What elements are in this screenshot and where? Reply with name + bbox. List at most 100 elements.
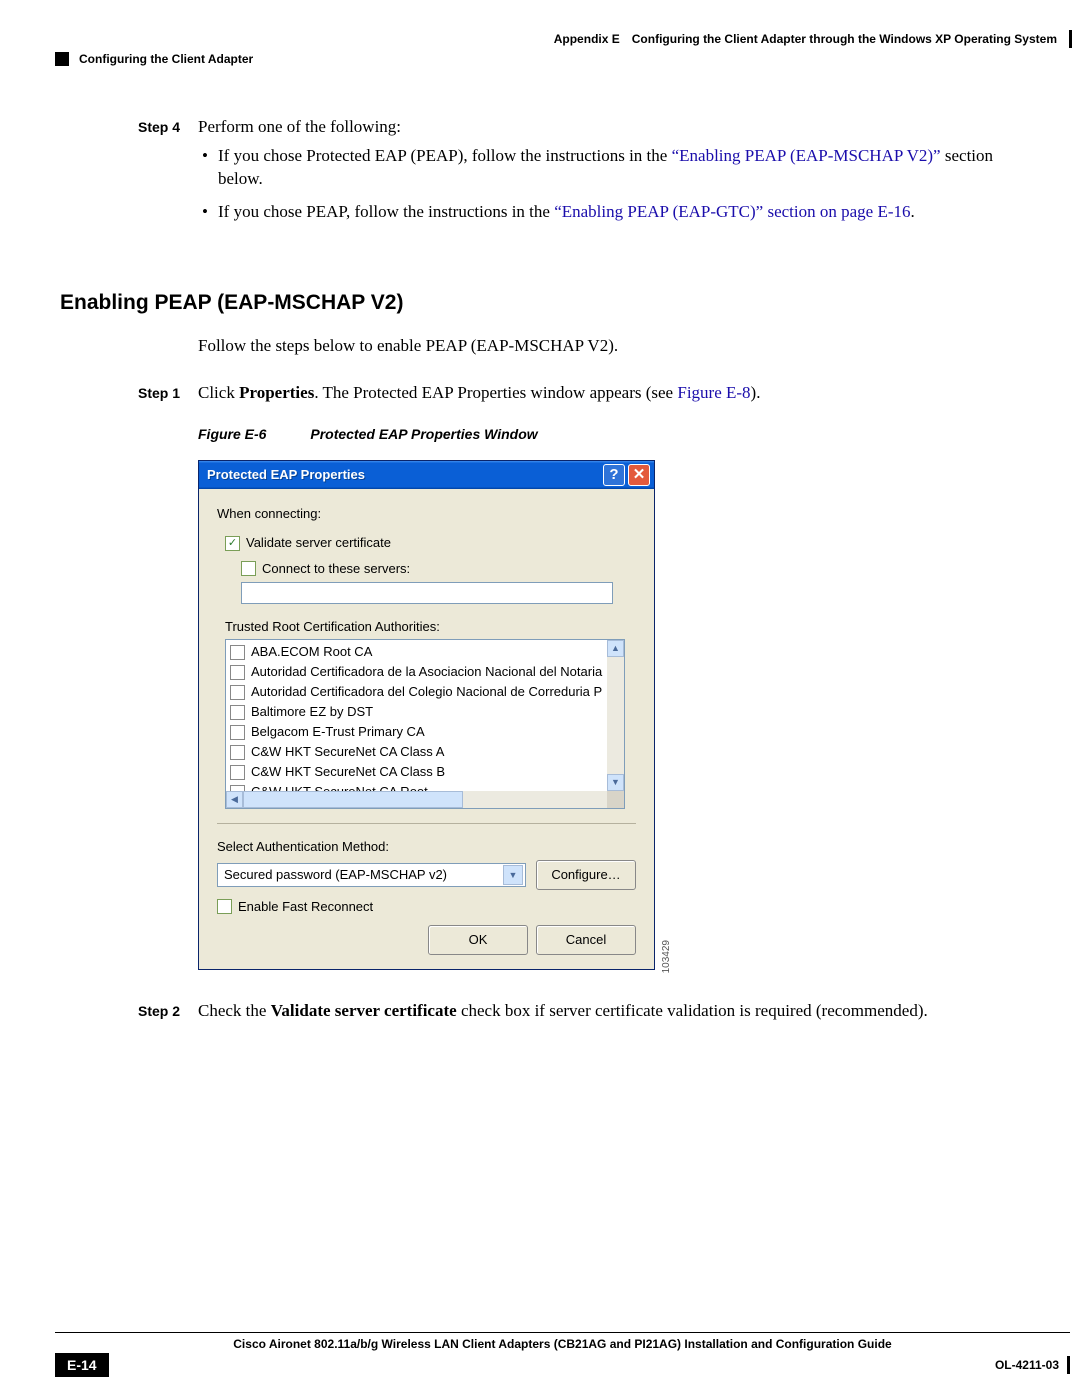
ca-name: Baltimore EZ by DST xyxy=(251,703,373,721)
when-connecting-label: When connecting: xyxy=(217,505,636,523)
link-figure-e8[interactable]: Figure E-8 xyxy=(677,383,750,402)
footer-row: E-14 OL-4211-03 xyxy=(55,1353,1070,1377)
text: check box if server certificate validati… xyxy=(457,1001,928,1020)
page-footer: Cisco Aironet 802.11a/b/g Wireless LAN C… xyxy=(0,1332,1080,1377)
scroll-up-icon[interactable]: ▲ xyxy=(607,640,624,657)
step-label: Step 1 xyxy=(60,382,198,454)
figure-title: Protected EAP Properties Window xyxy=(310,426,537,442)
ca-row[interactable]: Belgacom E-Trust Primary CA xyxy=(230,722,624,742)
ca-row[interactable]: Autoridad Certificadora de la Asociacion… xyxy=(230,662,624,682)
step4-bullets: If you chose Protected EAP (PEAP), follo… xyxy=(198,145,1020,224)
ca-row[interactable]: C&W HKT SecureNet CA Class B xyxy=(230,762,624,782)
checkbox-icon[interactable] xyxy=(230,705,245,720)
ca-row[interactable]: ABA.ECOM Root CA xyxy=(230,642,624,662)
step-4: Step 4 Perform one of the following: If … xyxy=(60,116,1020,234)
checkbox-icon[interactable] xyxy=(230,725,245,740)
section-marker-icon xyxy=(55,52,69,66)
step-label: Step 4 xyxy=(60,116,198,234)
subheader: Configuring the Client Adapter xyxy=(0,48,1080,66)
chevron-down-icon[interactable]: ▼ xyxy=(503,865,523,885)
trusted-root-label: Trusted Root Certification Authorities: xyxy=(225,618,636,636)
scroll-corner xyxy=(607,791,624,808)
select-auth-label: Select Authentication Method: xyxy=(217,838,636,856)
auth-method-value: Secured password (EAP-MSCHAP v2) xyxy=(224,866,447,884)
header-bar-icon xyxy=(1069,30,1072,48)
step-1: Step 1 Click Properties. The Protected E… xyxy=(60,382,1020,454)
connect-servers-label: Connect to these servers: xyxy=(262,560,410,578)
ca-row[interactable]: Baltimore EZ by DST xyxy=(230,702,624,722)
ca-name: C&W HKT SecureNet CA Class B xyxy=(251,763,445,781)
checkbox-icon[interactable] xyxy=(217,899,232,914)
ca-name: Autoridad Certificadora de la Asociacion… xyxy=(251,663,602,681)
checkbox-icon[interactable] xyxy=(241,561,256,576)
step-body: Click Properties. The Protected EAP Prop… xyxy=(198,382,1020,454)
bold-properties: Properties xyxy=(239,383,314,402)
doc-id: OL-4211-03 xyxy=(995,1356,1070,1374)
subheader-text: Configuring the Client Adapter xyxy=(79,52,253,66)
link-enabling-gtc[interactable]: “Enabling PEAP (EAP-GTC)” section on pag… xyxy=(554,202,910,221)
scroll-thumb[interactable] xyxy=(243,791,463,808)
dialog-title: Protected EAP Properties xyxy=(207,466,600,484)
appendix-label: Appendix E xyxy=(554,32,620,46)
checkbox-icon[interactable] xyxy=(230,765,245,780)
divider xyxy=(217,823,636,824)
ca-row[interactable]: Autoridad Certificadora del Colegio Naci… xyxy=(230,682,624,702)
section-heading: Enabling PEAP (EAP-MSCHAP V2) xyxy=(60,289,1020,317)
footer-guide-title: Cisco Aironet 802.11a/b/g Wireless LAN C… xyxy=(55,1333,1070,1353)
bullet-1: If you chose Protected EAP (PEAP), follo… xyxy=(198,145,1020,191)
checkbox-icon[interactable] xyxy=(230,665,245,680)
figure-number: Figure E-6 xyxy=(198,426,266,442)
page-number-badge: E-14 xyxy=(55,1353,109,1377)
configure-button[interactable]: Configure… xyxy=(536,860,636,890)
btn-label: OK xyxy=(469,931,488,949)
step-label: Step 2 xyxy=(60,1000,198,1023)
ca-name: Autoridad Certificadora del Colegio Naci… xyxy=(251,683,602,701)
step4-intro: Perform one of the following: xyxy=(198,117,401,136)
scrollbar-vertical[interactable]: ▲ ▼ xyxy=(607,640,624,791)
checkbox-icon[interactable] xyxy=(230,685,245,700)
ok-button[interactable]: OK xyxy=(428,925,528,955)
help-button[interactable]: ? xyxy=(603,464,625,486)
connect-servers-block: Connect to these servers: xyxy=(241,560,636,604)
validate-server-row[interactable]: Validate server certificate xyxy=(225,534,636,552)
spacer xyxy=(60,335,198,358)
bullet-2: If you chose PEAP, follow the instructio… xyxy=(198,201,1020,224)
trusted-root-listbox[interactable]: ABA.ECOM Root CA Autoridad Certificadora… xyxy=(225,639,625,809)
footer-bar-icon xyxy=(1067,1356,1070,1374)
listbox-rows: ABA.ECOM Root CA Autoridad Certificadora… xyxy=(226,640,624,802)
dialog-body: When connecting: Validate server certifi… xyxy=(199,489,654,969)
close-button[interactable]: ✕ xyxy=(628,464,650,486)
ca-row[interactable]: C&W HKT SecureNet CA Class A xyxy=(230,742,624,762)
text: . xyxy=(911,202,915,221)
running-header: Appendix E Configuring the Client Adapte… xyxy=(0,30,1080,48)
text: . The Protected EAP Properties window ap… xyxy=(314,383,677,402)
dialog-buttons: OK Cancel xyxy=(217,925,636,955)
checkbox-icon[interactable] xyxy=(230,745,245,760)
step-body: Perform one of the following: If you cho… xyxy=(198,116,1020,234)
step-body: Check the Validate server certificate ch… xyxy=(198,1000,1020,1023)
trusted-root-block: Trusted Root Certification Authorities: … xyxy=(225,618,636,810)
checkbox-icon[interactable] xyxy=(225,536,240,551)
section-intro-row: Follow the steps below to enable PEAP (E… xyxy=(60,335,1020,358)
content-area: Step 4 Perform one of the following: If … xyxy=(0,66,1080,1023)
scroll-down-icon[interactable]: ▼ xyxy=(607,774,624,791)
text: If you chose Protected EAP (PEAP), follo… xyxy=(218,146,672,165)
btn-label: Configure… xyxy=(551,866,620,884)
ca-name: Belgacom E-Trust Primary CA xyxy=(251,723,425,741)
document-page: Appendix E Configuring the Client Adapte… xyxy=(0,0,1080,1397)
fast-reconnect-label: Enable Fast Reconnect xyxy=(238,898,373,916)
auth-method-select[interactable]: Secured password (EAP-MSCHAP v2) ▼ xyxy=(217,863,526,887)
bold-validate: Validate server certificate xyxy=(271,1001,457,1020)
validate-server-label: Validate server certificate xyxy=(246,534,391,552)
section-intro: Follow the steps below to enable PEAP (E… xyxy=(198,335,1020,358)
servers-input[interactable] xyxy=(241,582,613,604)
link-enabling-mschap[interactable]: “Enabling PEAP (EAP-MSCHAP V2)” xyxy=(672,146,941,165)
checkbox-icon[interactable] xyxy=(230,645,245,660)
connect-servers-row[interactable]: Connect to these servers: xyxy=(241,560,636,578)
cancel-button[interactable]: Cancel xyxy=(536,925,636,955)
header-title: Configuring the Client Adapter through t… xyxy=(632,32,1057,46)
fast-reconnect-row[interactable]: Enable Fast Reconnect xyxy=(217,898,636,916)
ca-name: C&W HKT SecureNet CA Class A xyxy=(251,743,444,761)
scroll-left-icon[interactable]: ◀ xyxy=(226,791,243,808)
dialog-titlebar[interactable]: Protected EAP Properties ? ✕ xyxy=(199,461,654,489)
